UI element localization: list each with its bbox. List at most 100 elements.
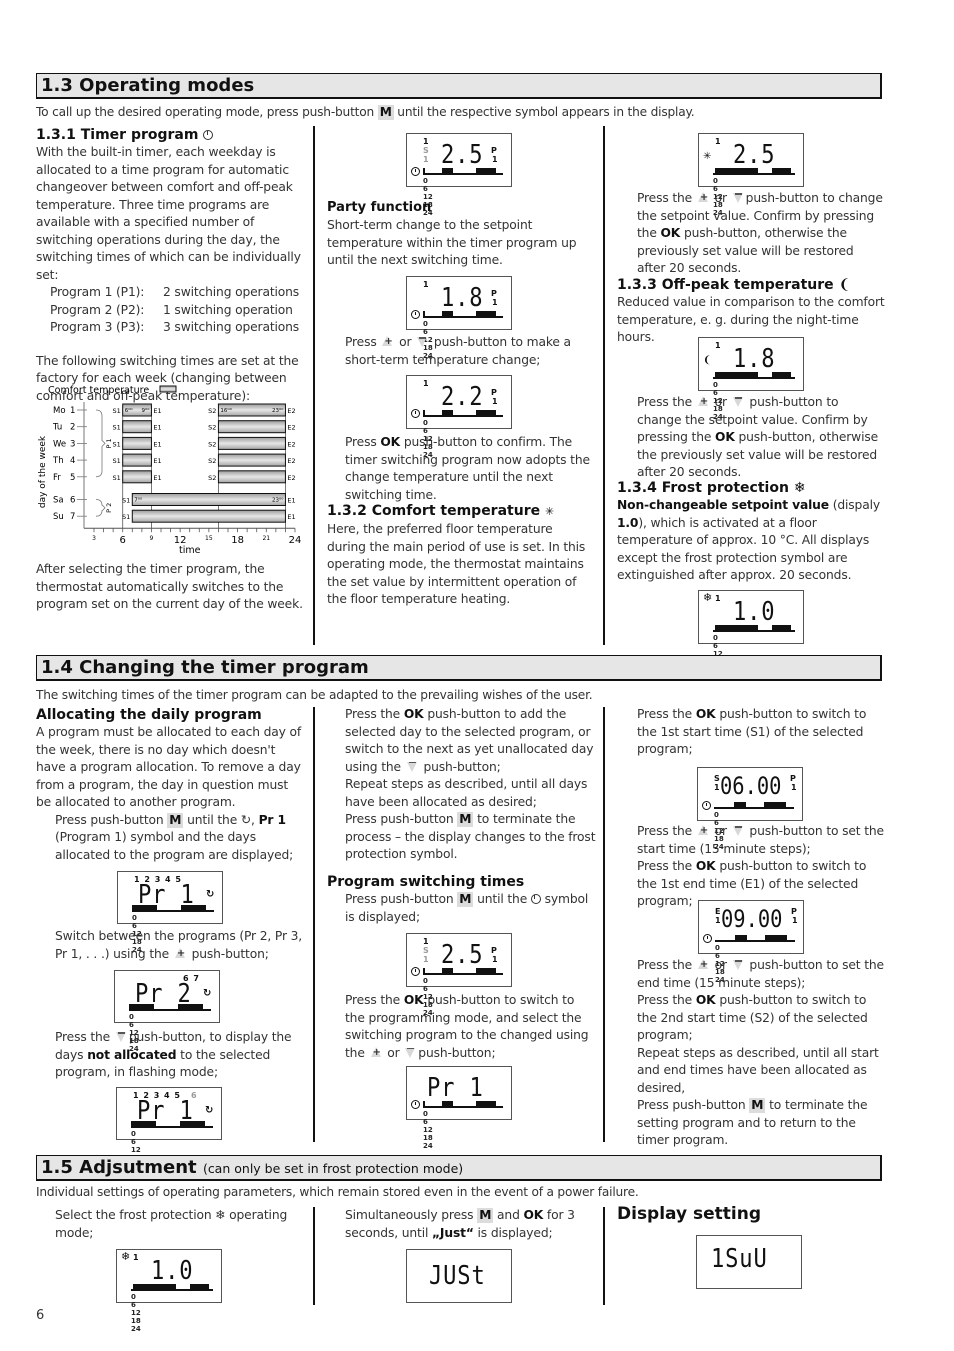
lcd-p-num: 1 [791, 783, 797, 792]
lcd-value: 1.0 [733, 597, 776, 627]
clock-icon [530, 894, 541, 904]
timeline-block [475, 168, 496, 175]
lcd-p: P [791, 907, 797, 916]
minus-button-icon [732, 192, 744, 203]
switching-step-s4: Press the or push-button to set the end … [637, 956, 885, 992]
start-label: S2 [208, 474, 216, 482]
column-divider [313, 1207, 315, 1305]
day-number: 2 [70, 423, 75, 433]
comfort-bar [217, 470, 286, 484]
lcd-p: P [491, 146, 497, 155]
start-time-label: 16⁰⁰ [220, 407, 232, 414]
tick-label: 0 [713, 381, 718, 389]
timeline-block [764, 935, 787, 942]
lcd-p-num: 1 [492, 955, 498, 964]
changing-timer-intro: The switching times of the timer program… [36, 688, 593, 702]
timeline-block [178, 1004, 203, 1011]
lcd-just: JUSt [406, 1249, 512, 1303]
clock-icon [203, 130, 214, 140]
start-label: S2 [208, 440, 216, 448]
column-divider [313, 126, 315, 645]
start-time-label: 6⁰⁰ [125, 407, 134, 414]
minus-button-icon [115, 1031, 127, 1042]
timeline-ticks: 06121824 [423, 320, 505, 360]
start-time-label: 7⁰⁰ [134, 497, 143, 504]
lcd-timeline [714, 802, 794, 809]
end-label: E2 [287, 440, 295, 448]
plus-button-icon [697, 189, 709, 207]
lcd-display-setting: 1SuU [696, 1235, 802, 1289]
lcd-value: 1.8 [733, 344, 776, 374]
lcd-label: S [714, 774, 720, 783]
m-key: M [749, 1098, 766, 1113]
section-heading-operating-modes: 1.3 Operating modes [36, 73, 882, 99]
snowflake-icon: ❄ [703, 591, 713, 604]
comfort-bar [122, 453, 152, 467]
allocating-body: A program must be allocated to each day … [36, 725, 302, 809]
lcd-timeline [129, 1004, 211, 1011]
sun-icon: ✳ [703, 151, 712, 162]
tick-label: 0 [423, 1110, 428, 1118]
timer-program-section: 1.3.1 Timer program With the built-in ti… [36, 126, 306, 405]
timeline-block [763, 802, 786, 809]
comfort-bar [131, 493, 286, 506]
adjustment-step-just: Simultaneously press M and OK for 3 seco… [345, 1208, 575, 1240]
minus-button-icon [406, 761, 418, 772]
end-label: E2 [287, 474, 295, 482]
offpeak-temperature-section: 1.3.3 Off-peak temperature ❨ Reduced val… [617, 276, 887, 347]
page-number: 6 [36, 1308, 45, 1323]
allocating-step-5: Repeat steps as described, until all day… [345, 777, 588, 809]
switching-step-s2: Press the or push-button to set the star… [637, 822, 885, 858]
timer-program-body: With the built-in timer, each weekday is… [36, 145, 301, 282]
clock-icon [411, 310, 420, 319]
tick-label: 0 [131, 1293, 136, 1301]
m-key: M [377, 105, 394, 120]
tick-label: 18 [131, 1317, 141, 1325]
timeline-block [734, 802, 746, 809]
lcd-day: 1 [715, 594, 721, 603]
switching-step-s7: Press push-button M to terminate the set… [637, 1098, 868, 1147]
start-label: S1 [112, 424, 120, 432]
party-step-1: Press or push-button to make a short-ter… [345, 333, 595, 369]
timeline-ticks: 06121824 [423, 1110, 505, 1150]
minus-button-icon [405, 1047, 416, 1058]
lcd-value: 2.2 [441, 382, 484, 412]
lcd-day: 1 [423, 379, 429, 388]
end-label: E1 [153, 407, 161, 415]
clock-icon [411, 167, 420, 176]
lcd-pr1-flash: 1 2 3 4 56Pr 1↻06121824 [116, 1087, 222, 1170]
timeline-ticks: 06121824 [423, 977, 505, 1017]
lcd-day: 1 [423, 280, 429, 289]
end-time-label: 23⁰⁰ [272, 407, 284, 414]
end-label: E1 [287, 497, 295, 505]
timeline-ticks: 06121824 [131, 1130, 215, 1170]
plus-button-icon [382, 333, 393, 351]
program-list: Program 1 (P1): 2 switching operations Pr… [50, 285, 300, 334]
y-axis-label: day of the week [38, 435, 48, 508]
tick-label: 6 [131, 1301, 136, 1309]
timeline-block [180, 1121, 205, 1128]
party-function-body: Short-term change to the setpoint temper… [327, 218, 577, 267]
comfort-bar [131, 509, 286, 523]
timeline-ticks: 06121824 [714, 811, 796, 851]
tick-label: 0 [132, 914, 137, 922]
m-key: M [477, 1208, 494, 1223]
after-selecting-text: After selecting the timer program, the t… [36, 562, 303, 611]
lcd-day: 1 [715, 137, 721, 146]
lcd-p: P [491, 388, 497, 397]
x-axis-label: time [179, 545, 201, 556]
day-number: 5 [70, 473, 75, 483]
x-tick-label-minor: 21 [262, 535, 270, 542]
lcd-s1-time: S 1 06.00 P 1 0 6 12 18 24 [697, 767, 803, 851]
lcd-p-num: 1 [792, 916, 798, 925]
lcd-party-display-2-2: 1 2.2 P 1 0 6 12 18 24 [406, 375, 512, 459]
lcd-pr1-days: 1 2 3 4 5 Pr 1 ↻ 0 6 12 18 24 [117, 871, 223, 954]
plus-button-icon [174, 945, 186, 962]
timeline-block [423, 1101, 425, 1108]
lcd-timeline [131, 1121, 213, 1128]
timeline-block [442, 311, 453, 318]
x-tick-label-minor: 9 [150, 535, 154, 542]
program-icon: ↻ [205, 1105, 214, 1116]
lcd-timeline [715, 935, 795, 942]
timeline-block [442, 168, 453, 175]
